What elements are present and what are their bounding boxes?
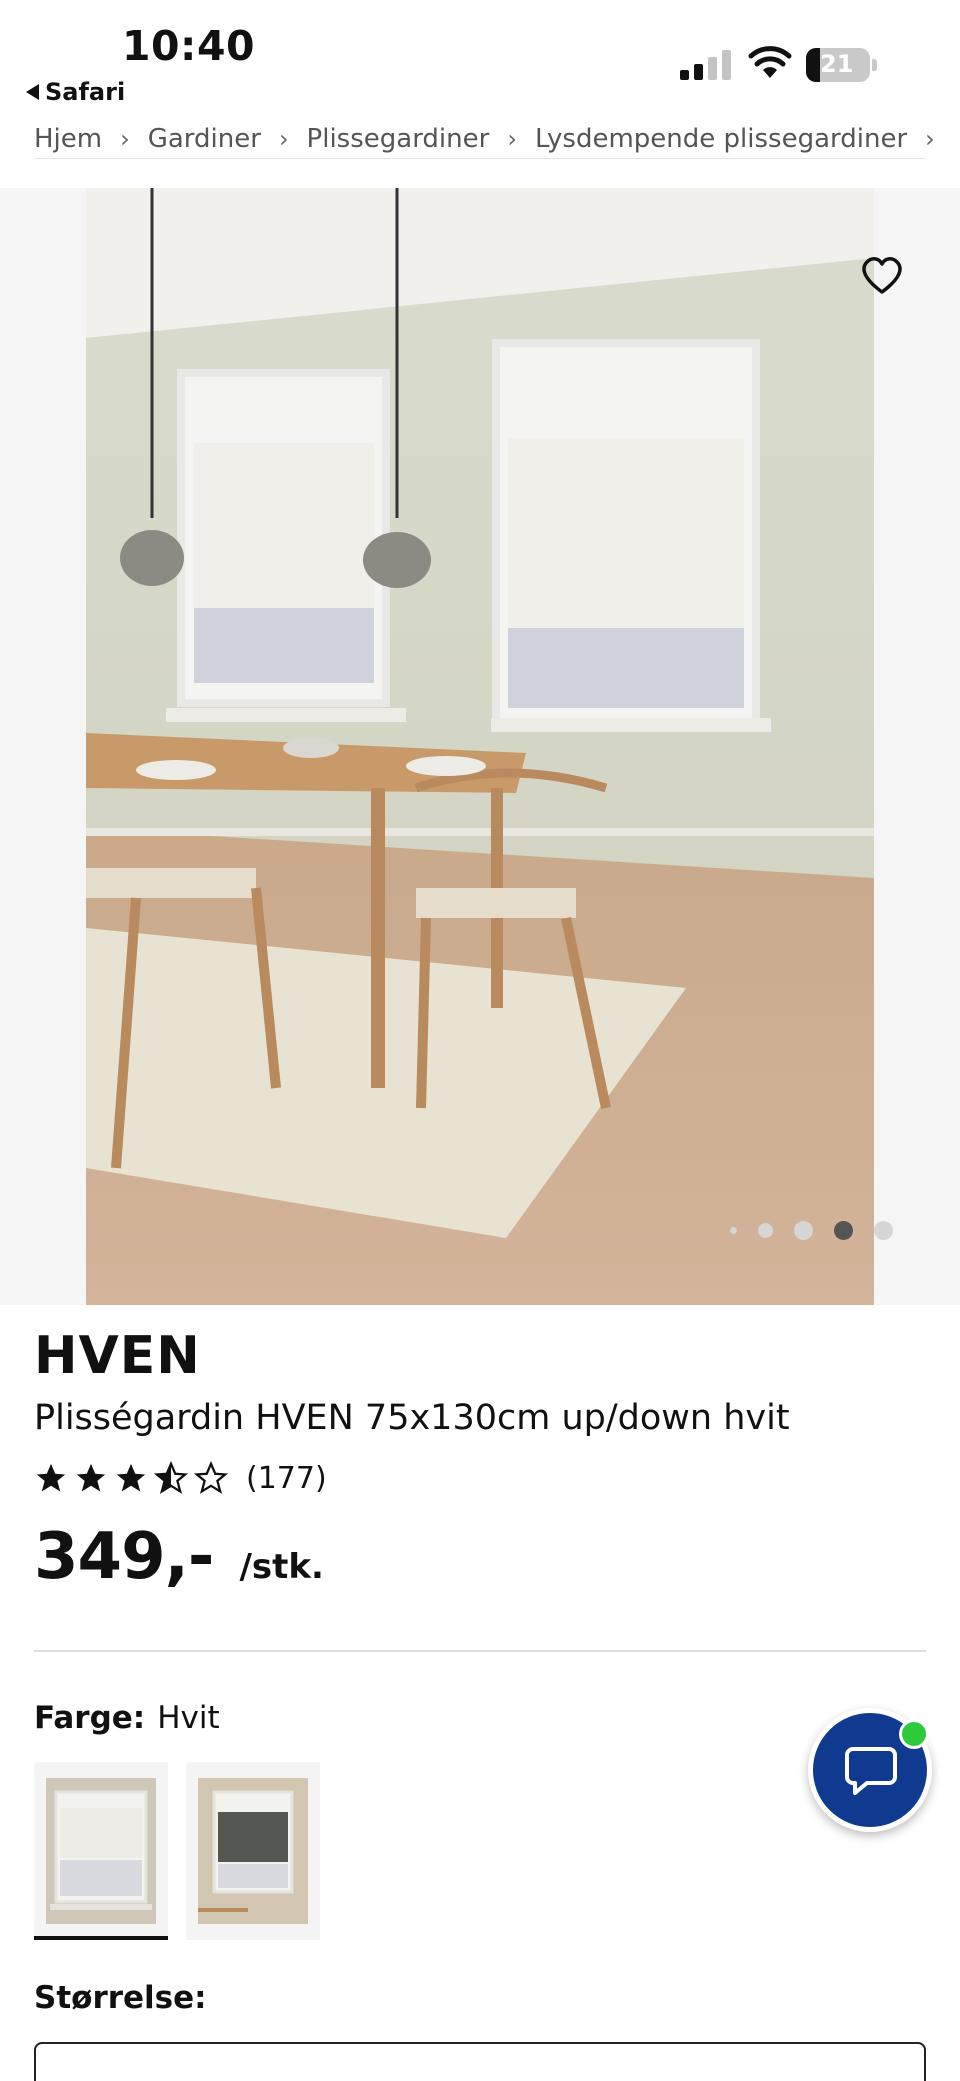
cellular-signal-icon — [680, 50, 731, 80]
product-title: Plisségardin HVEN 75x130cm up/down hvit — [34, 1398, 790, 1438]
product-image[interactable] — [86, 188, 874, 1305]
price-amount: 349,- — [34, 1520, 214, 1594]
chat-button[interactable] — [808, 1708, 932, 1832]
star-half-icon — [154, 1461, 188, 1494]
product-brand: HVEN — [34, 1326, 201, 1386]
status-bar: 10:40 Safari 21 — [0, 0, 960, 116]
price-unit: /stk. — [239, 1547, 324, 1587]
star-empty-icon — [194, 1461, 228, 1494]
star-full-icon — [76, 1463, 106, 1492]
battery-icon: 21 — [806, 48, 877, 82]
breadcrumb-divider — [34, 158, 926, 159]
gallery-dot[interactable] — [794, 1221, 813, 1240]
star-full-icon — [36, 1463, 66, 1492]
online-indicator — [899, 1719, 929, 1749]
gallery-dot[interactable] — [758, 1223, 773, 1238]
breadcrumb: Hjem › Gardiner › Plissegardiner › Lysde… — [34, 118, 960, 160]
chevron-right-icon: › — [120, 125, 130, 153]
size-select[interactable] — [34, 2042, 926, 2081]
chat-bubble-icon — [845, 1747, 897, 1795]
back-to-safari-link[interactable]: Safari — [26, 78, 125, 106]
selected-swatch-indicator — [34, 1936, 168, 1940]
chevron-right-icon: › — [507, 125, 517, 153]
gallery-dot-active[interactable] — [834, 1221, 853, 1240]
product-price: 349,- /stk. — [34, 1520, 324, 1594]
color-swatch-grey[interactable] — [186, 1762, 320, 1940]
chevron-right-icon: › — [278, 125, 289, 153]
breadcrumb-item-curtains[interactable]: Gardiner — [148, 124, 261, 154]
heart-icon[interactable] — [859, 254, 905, 296]
clock: 10:40 — [122, 22, 256, 70]
color-label-key: Farge: — [34, 1700, 146, 1736]
size-label: Størrelse: — [34, 1980, 207, 2016]
color-swatch-white[interactable] — [34, 1762, 168, 1940]
breadcrumb-item-pleated[interactable]: Plissegardiner — [307, 124, 490, 154]
battery-percent: 21 — [820, 50, 854, 78]
gallery-dot[interactable] — [874, 1221, 893, 1240]
chevron-right-icon: › — [925, 125, 935, 153]
breadcrumb-item-dimming[interactable]: Lysdempende plissegardiner — [535, 124, 907, 154]
star-full-icon — [116, 1463, 146, 1492]
color-label: Farge: Hvit — [34, 1700, 220, 1736]
gallery-pagination[interactable] — [726, 1218, 896, 1242]
color-label-value: Hvit — [157, 1700, 220, 1736]
gallery-dot[interactable] — [730, 1227, 737, 1234]
back-app-label: Safari — [45, 78, 126, 106]
section-divider — [34, 1650, 926, 1652]
rating-count: (177) — [246, 1460, 327, 1496]
back-triangle-icon — [26, 84, 39, 100]
product-rating[interactable]: (177) — [34, 1458, 327, 1498]
wifi-icon — [748, 46, 792, 78]
breadcrumb-item-home[interactable]: Hjem — [34, 124, 102, 154]
